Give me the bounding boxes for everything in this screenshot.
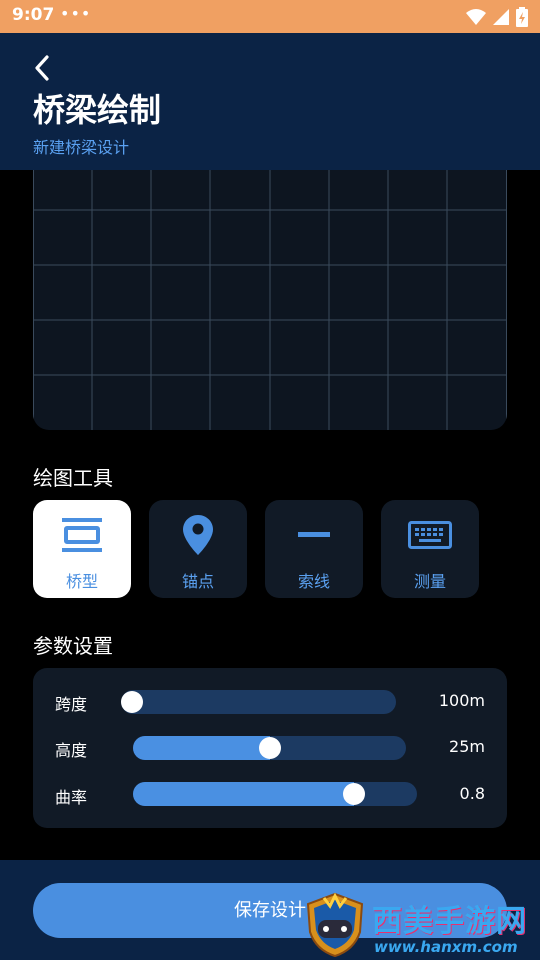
height-slider[interactable] (133, 736, 406, 760)
tool-cable[interactable]: 索线 (265, 500, 363, 598)
back-arrow-icon (35, 55, 49, 81)
drawing-canvas[interactable] (33, 170, 507, 430)
location-pin-icon (183, 515, 213, 555)
back-button[interactable] (28, 53, 58, 83)
watermark-text: 西美手游网 (372, 904, 527, 939)
param-label-curvature: 曲率 (55, 788, 88, 807)
param-label-span: 跨度 (55, 695, 88, 714)
tool-bridge-type[interactable]: 桥型 (33, 500, 131, 598)
page-subtitle: 新建桥梁设计 (33, 138, 130, 157)
param-value-span: 100m (438, 691, 485, 710)
page: 9:07 ••• 桥梁绘制 新建桥梁设计 绘图工具 桥型 锚点 索线 测量 参数… (0, 0, 540, 960)
tool-measure[interactable]: 测量 (381, 500, 479, 598)
status-time: 9:07 (12, 5, 55, 25)
slider-fill (133, 736, 270, 760)
watermark-logo-icon (306, 892, 364, 958)
header: 桥梁绘制 新建桥梁设计 (0, 33, 540, 170)
tool-label: 测量 (413, 572, 446, 591)
tool-label: 索线 (297, 572, 330, 591)
keyboard-icon (408, 521, 452, 549)
bridge-type-icon (62, 518, 102, 552)
slider-thumb[interactable] (121, 691, 143, 713)
slider-fill (133, 782, 354, 806)
tool-anchor[interactable]: 锚点 (149, 500, 247, 598)
more-notifications-icon: ••• (60, 4, 92, 23)
slider-thumb[interactable] (258, 737, 281, 759)
param-value-height: 25m (449, 737, 485, 756)
slider-thumb[interactable] (342, 783, 365, 805)
wifi-icon (466, 9, 486, 25)
watermark-url: www.hanxm.com (374, 938, 518, 956)
line-icon (298, 532, 330, 537)
params-panel: 跨度 100m 高度 25m 曲率 0.8 (33, 668, 507, 828)
param-label-height: 高度 (55, 741, 88, 760)
battery-icon (516, 7, 528, 27)
watermark: 西美手游网 www.hanxm.com (300, 888, 540, 960)
signal-icon (493, 9, 509, 25)
span-slider[interactable] (121, 690, 396, 714)
page-title: 桥梁绘制 (33, 91, 162, 129)
status-bar: 9:07 ••• (0, 0, 540, 33)
param-value-curvature: 0.8 (459, 784, 485, 803)
curvature-slider[interactable] (133, 782, 417, 806)
tool-label: 锚点 (181, 572, 214, 591)
tools-title: 绘图工具 (33, 466, 113, 490)
system-icons (466, 7, 528, 27)
params-title: 参数设置 (33, 634, 113, 658)
tool-label: 桥型 (65, 572, 98, 591)
canvas-grid (33, 170, 507, 430)
